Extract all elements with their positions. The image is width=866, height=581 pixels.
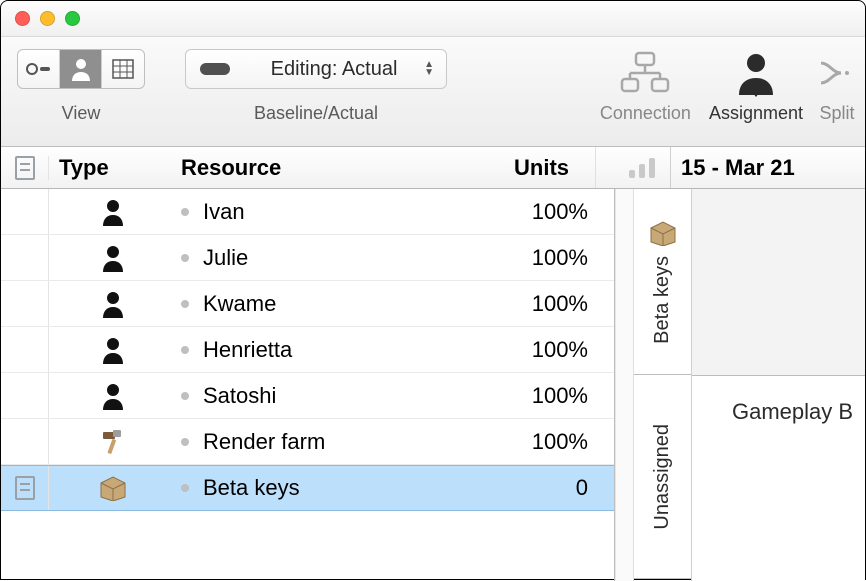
column-units-header[interactable]: Units xyxy=(485,155,595,181)
resource-cell: Julie xyxy=(167,245,504,271)
view-mode-link-icon[interactable] xyxy=(18,50,60,88)
person-icon xyxy=(49,198,167,226)
table-row[interactable]: Kwame 100% xyxy=(1,281,614,327)
person-icon xyxy=(49,244,167,272)
hammer-icon xyxy=(49,428,167,456)
resource-cell: Henrietta xyxy=(167,337,504,363)
resource-cell: Beta keys xyxy=(167,475,504,501)
bullet-icon xyxy=(181,392,189,400)
bullet-icon xyxy=(181,254,189,262)
row-gutter xyxy=(1,235,49,280)
note-icon xyxy=(15,156,35,180)
table-row[interactable]: Beta keys 0 xyxy=(1,465,614,511)
units-cell: 100% xyxy=(504,291,614,317)
person-icon xyxy=(49,382,167,410)
resource-cell: Render farm xyxy=(167,429,504,455)
view-segmented-control[interactable] xyxy=(17,49,145,89)
close-window-button[interactable] xyxy=(15,11,30,26)
bullet-icon xyxy=(181,438,189,446)
resource-name: Kwame xyxy=(203,291,276,317)
mini-bars-icon[interactable] xyxy=(613,147,671,188)
assignment-button[interactable]: Assignment xyxy=(709,49,803,124)
units-cell: 0 xyxy=(504,475,614,501)
column-resource-header[interactable]: Resource xyxy=(167,155,485,181)
row-gutter xyxy=(1,373,49,418)
minimize-window-button[interactable] xyxy=(40,11,55,26)
baseline-actual-dropdown[interactable]: Editing: Actual ▲▼ xyxy=(185,49,447,89)
timeline-panel: Beta keys Unassigned Gameplay B xyxy=(633,189,865,581)
bullet-icon xyxy=(181,208,189,216)
row-gutter xyxy=(1,189,49,234)
split-label: Split xyxy=(819,103,854,124)
resource-name: Beta keys xyxy=(203,475,300,501)
column-header-row: Type Resource Units 15 - Mar 21 xyxy=(1,147,865,189)
timeline-lane1-label: Beta keys xyxy=(651,256,674,344)
assignment-label: Assignment xyxy=(709,103,803,124)
resource-cell: Satoshi xyxy=(167,383,504,409)
box-icon xyxy=(49,475,167,501)
vertical-scrollbar[interactable] xyxy=(615,189,633,581)
units-cell: 100% xyxy=(504,199,614,225)
table-row[interactable]: Render farm 100% xyxy=(1,419,614,465)
stepper-icon: ▲▼ xyxy=(424,61,434,77)
table-row[interactable]: Ivan 100% xyxy=(1,189,614,235)
toolbar: View Editing: Actual ▲▼ Baseline/Actual … xyxy=(1,37,865,147)
view-mode-person-icon[interactable] xyxy=(60,50,102,88)
units-cell: 100% xyxy=(504,245,614,271)
gutter-header xyxy=(1,156,49,180)
connection-button[interactable]: Connection xyxy=(600,49,691,124)
units-cell: 100% xyxy=(504,383,614,409)
dropdown-label: Editing: Actual xyxy=(244,58,424,81)
units-cell: 100% xyxy=(504,337,614,363)
window-titlebar xyxy=(1,1,865,37)
table-row[interactable]: Satoshi 100% xyxy=(1,373,614,419)
split-button[interactable]: Split xyxy=(817,49,857,124)
table-row[interactable]: Julie 100% xyxy=(1,235,614,281)
resource-cell: Ivan xyxy=(167,199,504,225)
bullet-icon xyxy=(181,346,189,354)
timeline-lane-unassigned[interactable]: Unassigned xyxy=(634,375,691,579)
timeline-lane2-label: Unassigned xyxy=(651,424,674,530)
timeline-task-label: Gameplay B xyxy=(732,399,853,425)
connection-label: Connection xyxy=(600,103,691,124)
person-icon xyxy=(49,336,167,364)
view-group-label: View xyxy=(62,103,101,124)
row-gutter xyxy=(1,281,49,326)
units-cell: 100% xyxy=(504,429,614,455)
zoom-window-button[interactable] xyxy=(65,11,80,26)
resource-name: Render farm xyxy=(203,429,325,455)
box-icon xyxy=(649,220,677,246)
resource-name: Satoshi xyxy=(203,383,276,409)
timeline-date-label: 15 - Mar 21 xyxy=(671,155,795,181)
resource-cell: Kwame xyxy=(167,291,504,317)
timeline-shaded-region xyxy=(692,189,865,375)
row-gutter xyxy=(1,419,49,464)
resource-name: Henrietta xyxy=(203,337,292,363)
row-gutter xyxy=(1,327,49,372)
resource-name: Ivan xyxy=(203,199,245,225)
row-gutter xyxy=(1,466,49,510)
bullet-icon xyxy=(181,484,189,492)
resource-table: Ivan 100% Julie 100% Kwame 100% Henrietta 10… xyxy=(1,189,615,581)
baseline-actual-group: Editing: Actual ▲▼ Baseline/Actual xyxy=(185,49,447,124)
view-segmented-group: View xyxy=(17,49,145,124)
table-row[interactable]: Henrietta 100% xyxy=(1,327,614,373)
timeline-lane-beta-keys[interactable]: Beta keys xyxy=(634,189,691,375)
person-icon xyxy=(49,290,167,318)
column-type-header[interactable]: Type xyxy=(49,155,167,181)
baseline-group-label: Baseline/Actual xyxy=(254,103,378,124)
view-mode-grid-icon[interactable] xyxy=(102,50,144,88)
resource-name: Julie xyxy=(203,245,248,271)
pill-icon xyxy=(200,63,230,75)
bullet-icon xyxy=(181,300,189,308)
